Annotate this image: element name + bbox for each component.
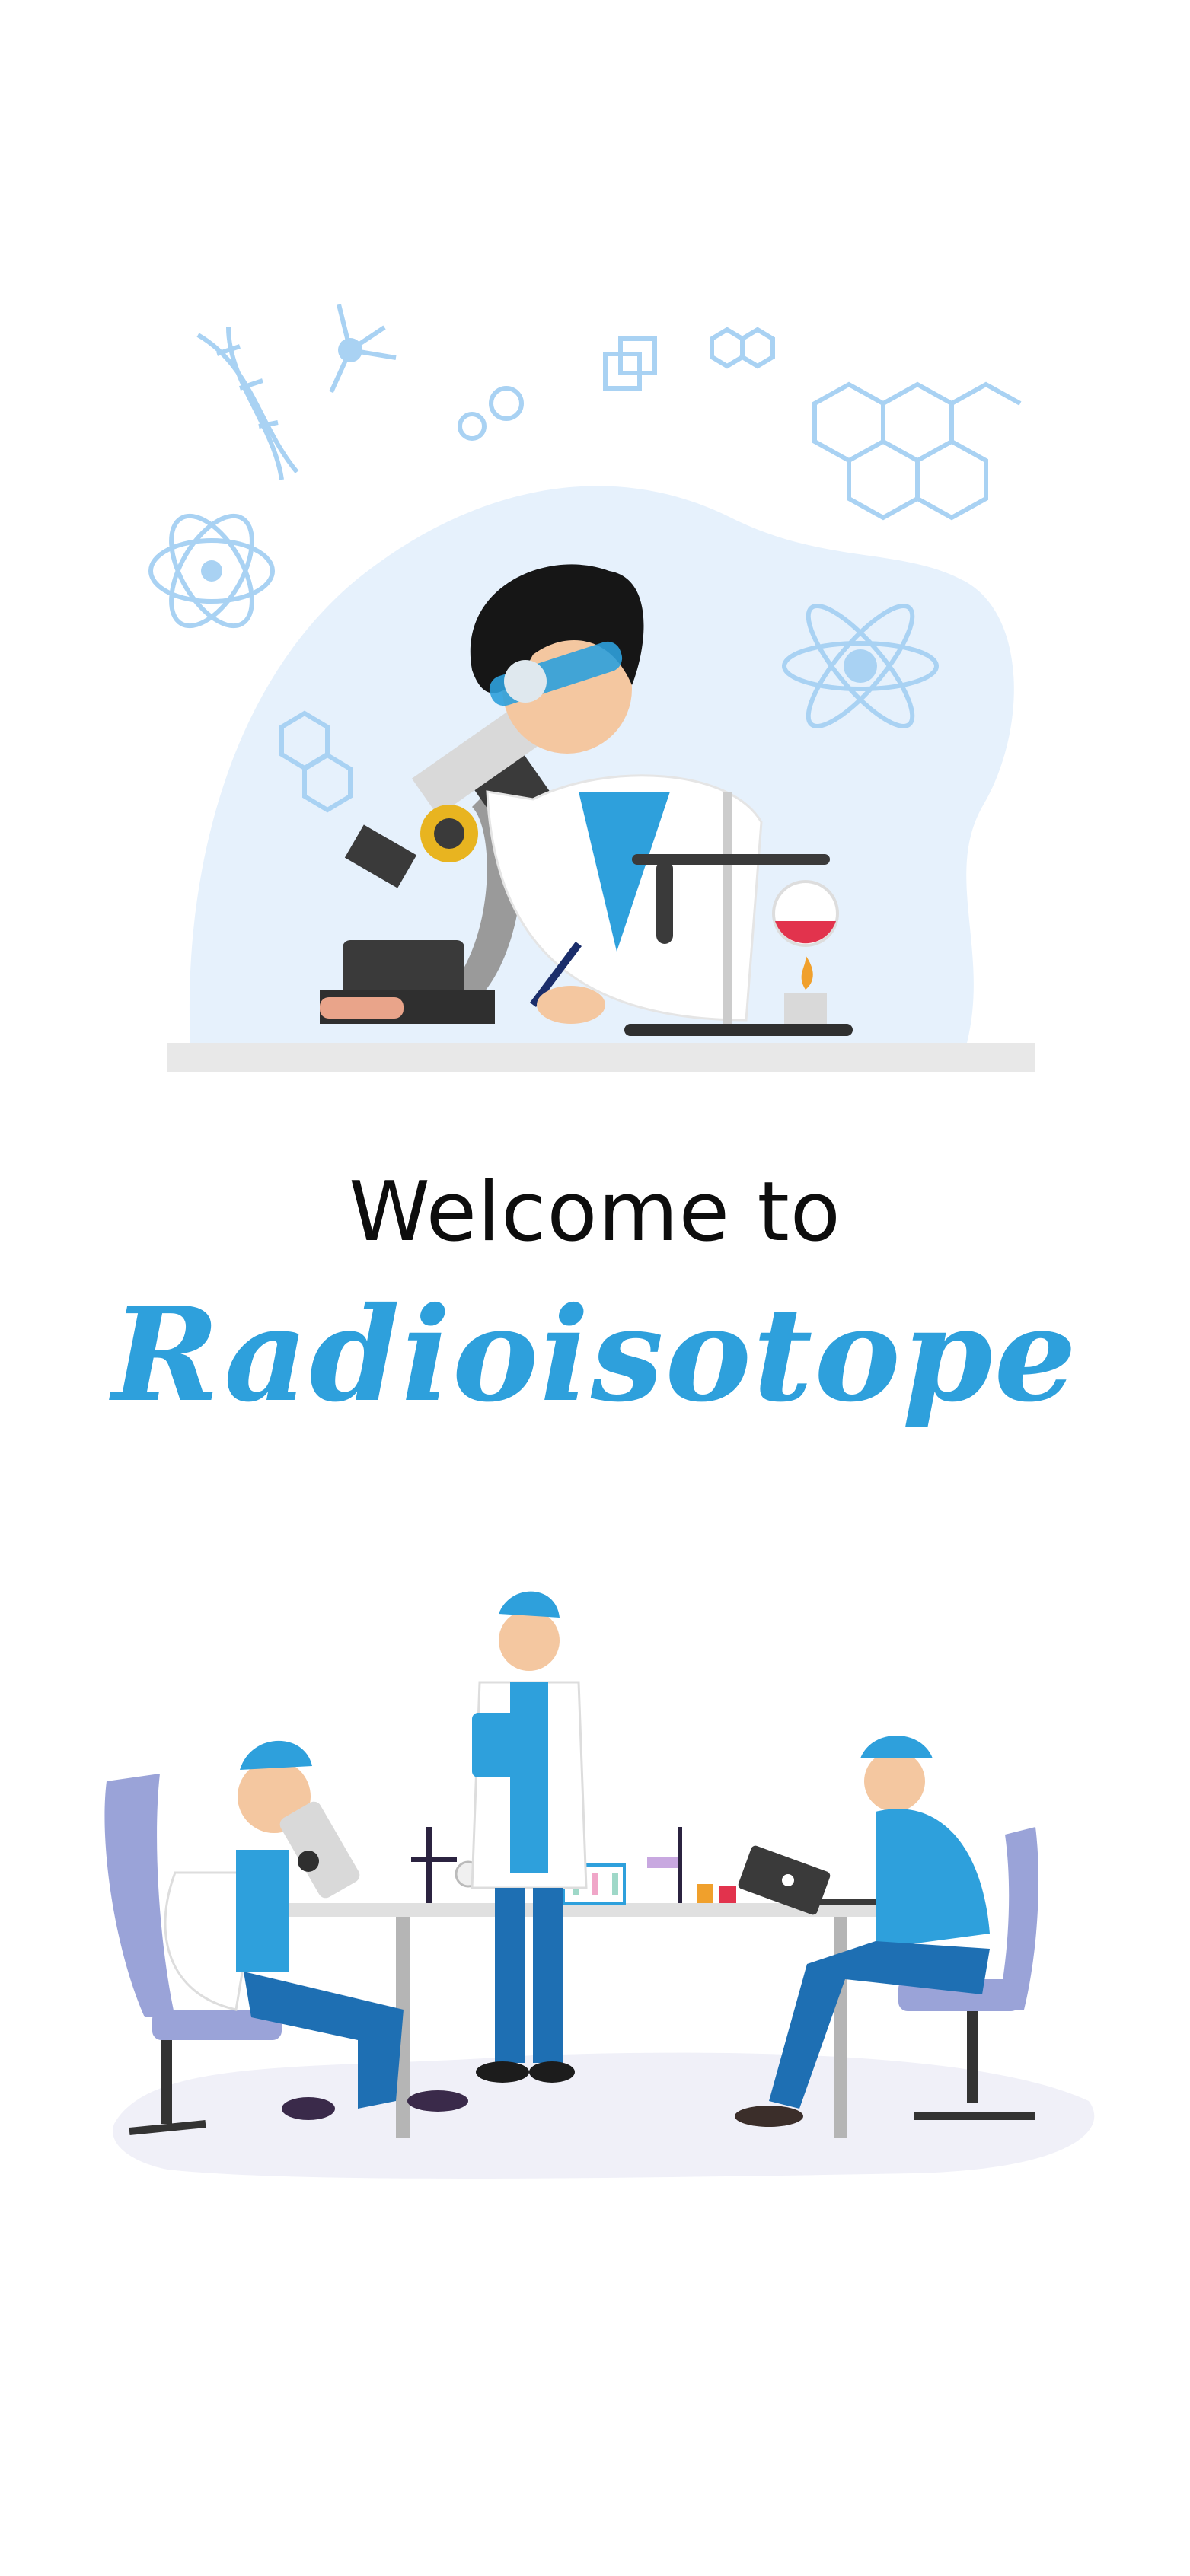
lab-team-illustration <box>104 1591 1095 2179</box>
scientist-standing <box>471 1591 588 2083</box>
desk <box>167 1043 1035 1072</box>
hexagon-icon <box>710 327 775 369</box>
welcome-screen: Welcome to Radioisotope <box>0 0 1190 2576</box>
gear-icon-2 <box>489 386 524 421</box>
scientist-microscope-illustration <box>148 304 1035 1072</box>
gear-icon <box>458 412 487 441</box>
welcome-heading: Welcome to <box>349 1165 841 1260</box>
hexagon-network-icon <box>812 381 1022 521</box>
cube-icon <box>603 336 657 391</box>
app-brand-title: Radioisotope <box>112 1279 1078 1431</box>
dna-icon <box>196 327 299 480</box>
